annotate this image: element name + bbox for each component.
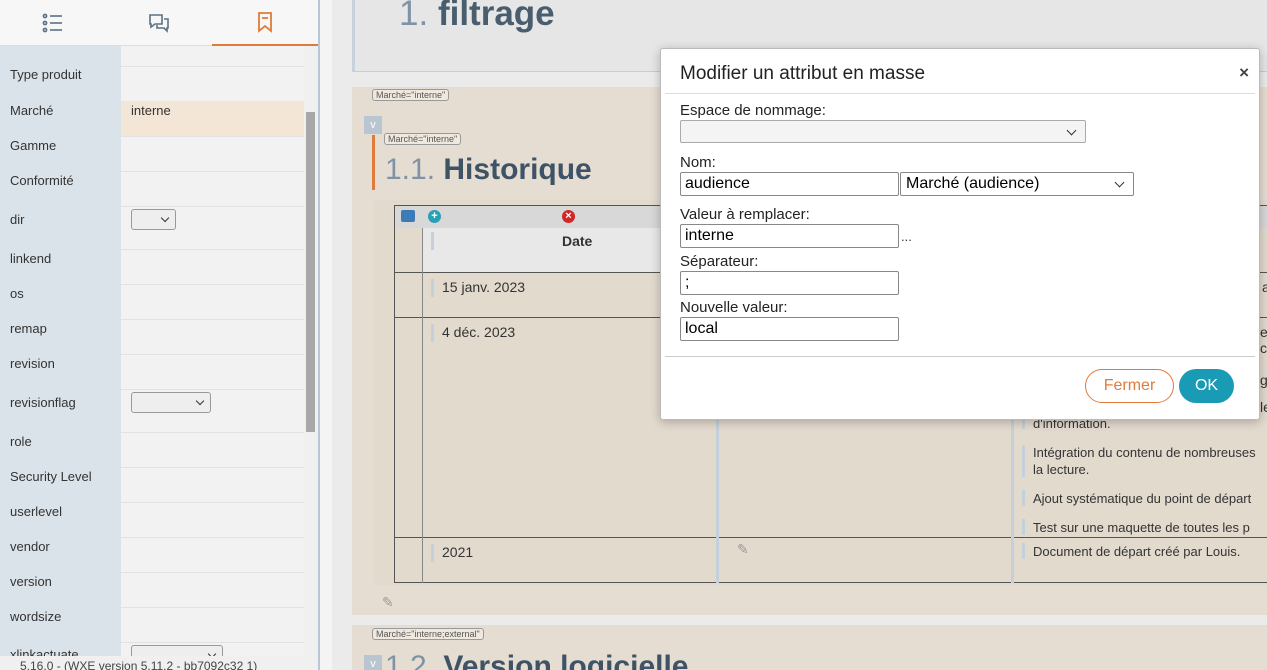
description-cell[interactable]: Test sur une maquette de toutes les p <box>1033 520 1250 535</box>
close-button[interactable]: Fermer <box>1085 369 1174 403</box>
name-input[interactable]: audience <box>680 172 899 196</box>
attr-name: dir <box>10 212 25 227</box>
attr-value: interne <box>131 103 171 118</box>
date-column-header: Date <box>562 233 593 249</box>
attr-name: Gamme <box>10 138 57 153</box>
panel-tabs <box>0 0 318 46</box>
add-icon[interactable]: + <box>428 210 441 223</box>
chevron-down-icon[interactable]: v <box>364 655 382 670</box>
description-cell[interactable]: a <box>1262 279 1267 295</box>
attr-name: os <box>10 286 24 301</box>
attr-name: userlevel <box>10 504 63 519</box>
description-cell[interactable]: g <box>1260 372 1267 388</box>
attr-name: revision <box>10 356 55 371</box>
bulk-edit-dialog: Modifier un attribut en masse × Espace d… <box>660 48 1260 420</box>
dialog-title: Modifier un attribut en masse <box>680 63 926 84</box>
name-label: Nom: <box>680 154 716 171</box>
attr-name: xlinkactuate <box>10 647 79 656</box>
selection-bar <box>372 135 375 190</box>
ok-button[interactable]: OK <box>1179 369 1234 403</box>
dir-select[interactable] <box>131 209 176 230</box>
attr-name: remap <box>10 321 47 336</box>
description-cell[interactable]: Ajout systématique du point de départ <box>1033 491 1251 506</box>
description-cell[interactable]: Intégration du contenu de nombreuses <box>1033 445 1256 460</box>
description-cell[interactable]: co <box>1260 340 1267 356</box>
version-status: 5.16.0 - (WXE version 5.11.2 - bb7092c32… <box>0 656 318 670</box>
attr-name: revisionflag <box>10 395 76 410</box>
divider <box>665 93 1255 94</box>
section-number: 1.2. <box>385 650 436 670</box>
condition-tag[interactable]: Marché="interne" <box>384 133 462 145</box>
date-cell[interactable]: 15 janv. 2023 <box>442 279 525 295</box>
bookmark-icon <box>258 12 272 33</box>
attr-name: role <box>10 434 32 449</box>
date-cell[interactable]: 4 déc. 2023 <box>442 324 515 340</box>
new-value-label: Nouvelle valeur: <box>680 299 788 316</box>
chevron-down-icon[interactable]: v <box>364 116 382 134</box>
date-cell[interactable]: 2021 <box>442 544 473 560</box>
replace-input[interactable]: interne <box>680 224 899 248</box>
section-1-2-heading[interactable]: 1.2. Version logicielle <box>385 650 689 670</box>
table-icon[interactable] <box>401 210 415 222</box>
delete-icon[interactable]: × <box>562 210 575 223</box>
condition-tag[interactable]: Marché="interne;external" <box>372 628 484 640</box>
section-title: Historique <box>443 153 592 186</box>
separator-label: Séparateur: <box>680 253 759 270</box>
close-icon[interactable]: × <box>1239 63 1249 83</box>
pencil-icon[interactable]: ✎ <box>382 594 394 611</box>
tab-outline[interactable] <box>0 0 106 46</box>
attribute-select[interactable]: Marché (audience) <box>900 172 1134 196</box>
section-number: 1. <box>399 0 429 33</box>
attribute-values-column <box>121 46 304 656</box>
description-cell[interactable]: la lecture. <box>1033 462 1089 477</box>
divider <box>665 356 1255 357</box>
namespace-label: Espace de nommage: <box>680 102 826 119</box>
attr-name: wordsize <box>10 609 62 624</box>
section-title: Version logicielle <box>443 650 689 670</box>
attr-name: Marché <box>10 103 54 118</box>
section-title: filtrage <box>437 0 555 33</box>
description-cell[interactable]: Document de départ créé par Louis. <box>1033 544 1240 559</box>
condition-tag[interactable]: Marché="interne" <box>372 89 450 101</box>
more-button[interactable]: ... <box>901 229 912 244</box>
separator-input[interactable]: ; <box>680 271 899 295</box>
section-1-heading[interactable]: 1. filtrage <box>399 0 555 34</box>
attribute-table: Type produit Marché interne Gamme Conform… <box>0 46 304 656</box>
panel-splitter[interactable] <box>318 0 332 670</box>
section-1-1-heading[interactable]: 1.1. Historique <box>385 153 592 187</box>
scrollbar[interactable] <box>306 112 315 432</box>
attr-name: Security Level <box>10 469 92 484</box>
section-number: 1.1. <box>385 153 436 186</box>
comments-icon <box>149 14 169 33</box>
attr-name: Conformité <box>10 173 74 188</box>
new-value-input[interactable]: local <box>680 317 899 341</box>
attr-name: linkend <box>10 251 52 266</box>
xlinkactuate-select[interactable] <box>131 645 223 656</box>
pencil-icon[interactable]: ✎ <box>737 541 749 558</box>
tab-attributes[interactable] <box>212 0 318 46</box>
attr-name: Type produit <box>10 67 82 82</box>
description-cell[interactable]: le <box>1260 399 1267 415</box>
tab-comments[interactable] <box>106 0 212 46</box>
replace-label: Valeur à remplacer: <box>680 206 810 223</box>
attr-name: vendor <box>10 539 50 554</box>
namespace-select[interactable] <box>680 120 1086 143</box>
description-cell[interactable]: en <box>1260 324 1267 340</box>
list-icon <box>42 13 62 33</box>
attr-name: version <box>10 574 52 589</box>
left-panel: Type produit Marché interne Gamme Conform… <box>0 0 318 670</box>
revisionflag-select[interactable] <box>131 392 211 413</box>
